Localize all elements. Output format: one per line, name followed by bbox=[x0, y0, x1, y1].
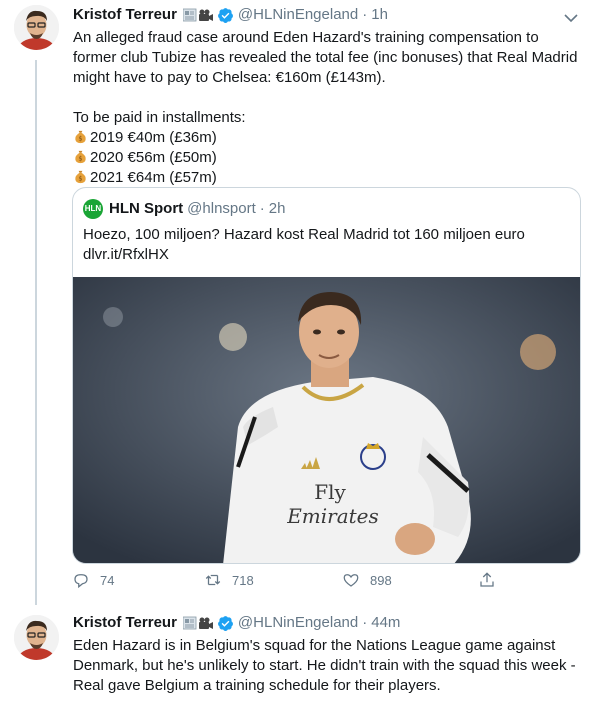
quoted-author-handle[interactable]: @hlnsport bbox=[187, 199, 256, 219]
reply-icon bbox=[74, 574, 88, 589]
svg-text:$: $ bbox=[78, 135, 82, 143]
tweet-timestamp[interactable]: 1h bbox=[371, 5, 388, 25]
tweet-text: An alleged fraud case around Eden Hazard… bbox=[73, 28, 583, 188]
movie-camera-icon bbox=[198, 617, 213, 629]
avatar[interactable] bbox=[14, 615, 59, 660]
retweet-icon bbox=[205, 574, 221, 586]
newspaper-icon bbox=[182, 616, 197, 630]
tweet-header: Kristof Terreur bbox=[73, 613, 400, 633]
quoted-text-body: Hoezo, 100 miljoen? Hazard kost Real Mad… bbox=[83, 226, 525, 243]
reply-count: 74 bbox=[100, 572, 115, 588]
separator-dot: · bbox=[362, 614, 368, 631]
money-bag-icon: $ bbox=[75, 170, 86, 184]
hln-logo: HLN bbox=[83, 199, 103, 219]
chevron-down-icon[interactable] bbox=[564, 10, 578, 23]
movie-camera-icon bbox=[198, 9, 213, 21]
thread-connector-line bbox=[35, 60, 37, 605]
verified-badge-icon bbox=[217, 615, 234, 632]
tweet-timestamp[interactable]: 44m bbox=[371, 613, 400, 633]
like-count: 898 bbox=[370, 572, 392, 588]
like-button[interactable]: 898 bbox=[342, 571, 392, 589]
installment-item: $2020 €56m (£50m) bbox=[73, 148, 583, 168]
avatar[interactable] bbox=[14, 5, 59, 50]
quoted-tweet-text: Hoezo, 100 miljoen? Hazard kost Real Mad… bbox=[83, 225, 573, 265]
newspaper-icon bbox=[182, 8, 197, 22]
separator-dot: · bbox=[259, 200, 265, 217]
installment-item: $2019 €40m (£36m) bbox=[73, 128, 583, 148]
reply-button[interactable]: 74 bbox=[72, 571, 114, 589]
money-bag-icon: $ bbox=[75, 130, 86, 144]
author-name[interactable]: Kristof Terreur bbox=[73, 5, 177, 25]
money-bag-icon: $ bbox=[75, 150, 86, 164]
quoted-link[interactable]: dlvr.it/RfxlHX bbox=[83, 245, 573, 265]
installment-item: $2021 €64m (£57m) bbox=[73, 168, 583, 188]
author-emoji-badges bbox=[182, 7, 213, 23]
svg-text:Fly: Fly bbox=[314, 480, 346, 504]
tweet-text-intro: An alleged fraud case around Eden Hazard… bbox=[73, 29, 578, 86]
share-button[interactable] bbox=[478, 571, 506, 589]
svg-text:$: $ bbox=[78, 155, 82, 163]
author-name[interactable]: Kristof Terreur bbox=[73, 613, 177, 633]
tweet-text-body: Eden Hazard is in Belgium's squad for th… bbox=[73, 637, 576, 694]
svg-text:Emirates: Emirates bbox=[286, 504, 379, 528]
quoted-tweet-header: HLN HLN Sport @hlnsport · 2h bbox=[83, 199, 285, 219]
retweet-count: 718 bbox=[232, 572, 254, 588]
quoted-tweet[interactable]: HLN HLN Sport @hlnsport · 2h Hoezo, 100 … bbox=[72, 187, 581, 564]
quoted-timestamp[interactable]: 2h bbox=[269, 199, 286, 219]
tweet-action-bar: 74 718 898 bbox=[72, 571, 502, 595]
author-emoji-badges bbox=[182, 615, 213, 631]
tweet-header: Kristof Terreur bbox=[73, 5, 388, 25]
tweet-text: Eden Hazard is in Belgium's squad for th… bbox=[73, 636, 583, 696]
quoted-author-name[interactable]: HLN Sport bbox=[109, 199, 183, 219]
verified-badge-icon bbox=[217, 7, 234, 24]
svg-text:$: $ bbox=[78, 175, 82, 183]
author-handle[interactable]: @HLNinEngeland bbox=[238, 5, 358, 25]
heart-icon bbox=[343, 574, 359, 587]
retweet-button[interactable]: 718 bbox=[204, 571, 254, 589]
installments-heading: To be paid in installments: bbox=[73, 109, 246, 126]
author-handle[interactable]: @HLNinEngeland bbox=[238, 613, 358, 633]
separator-dot: · bbox=[362, 6, 368, 23]
quoted-tweet-image[interactable]: Fly Emirates bbox=[73, 277, 580, 563]
share-icon bbox=[480, 572, 494, 587]
